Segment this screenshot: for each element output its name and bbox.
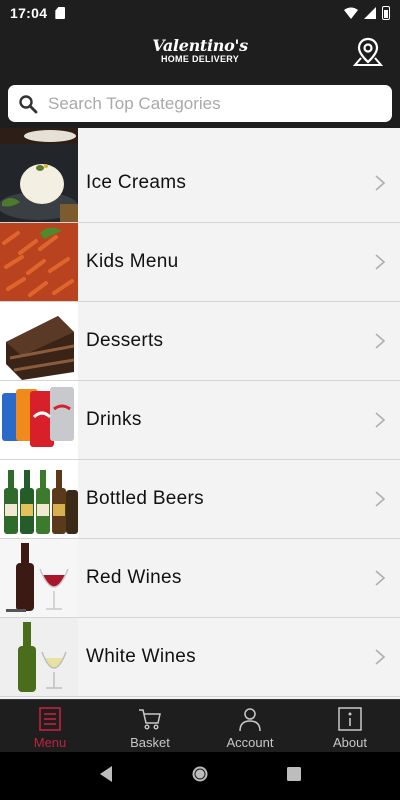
menu-list-icon — [39, 707, 61, 731]
home-icon[interactable] — [190, 764, 210, 789]
brand-logo: Valentino's HOME DELIVERY — [150, 38, 250, 65]
tab-menu[interactable]: Menu — [0, 700, 100, 752]
cake-photo-icon — [0, 302, 78, 380]
tab-account[interactable]: Account — [200, 700, 300, 752]
pasta-photo-icon — [0, 223, 78, 301]
list-item-label: Kids Menu — [86, 251, 179, 272]
app-header: Valentino's HOME DELIVERY — [0, 26, 400, 80]
list-item-ice-creams[interactable]: Ice Creams — [0, 144, 400, 223]
list-item-label: Desserts — [86, 330, 164, 351]
chevron-right-icon — [375, 333, 386, 349]
list-item-desserts[interactable]: Desserts — [0, 302, 400, 381]
search-bar-container — [0, 80, 400, 128]
partial-item-photo — [0, 128, 78, 144]
list-item-white-wines[interactable]: White Wines — [0, 618, 400, 697]
search-icon — [19, 94, 38, 113]
info-icon — [338, 707, 362, 731]
wifi-icon — [344, 7, 358, 19]
signal-icon — [364, 7, 376, 19]
list-item-label: Red Wines — [86, 567, 182, 588]
back-icon[interactable] — [98, 765, 114, 788]
white-wine-photo-icon — [0, 618, 78, 696]
status-icons — [344, 6, 390, 20]
logo-script-text: Valentino's — [152, 36, 248, 55]
category-list[interactable]: Ice Creams Kids Menu Desserts Drinks Bot… — [0, 128, 400, 699]
list-item-partial[interactable] — [0, 128, 400, 145]
tab-menu-label: Menu — [33, 735, 67, 750]
status-bar: 17:04 — [0, 0, 400, 26]
tab-about-label: About — [333, 735, 367, 750]
list-item-red-wines[interactable]: Red Wines — [0, 539, 400, 618]
tab-basket-label: Basket — [130, 735, 170, 750]
list-item-label: Ice Creams — [86, 172, 187, 193]
list-item-drinks[interactable]: Drinks — [0, 381, 400, 460]
sd-card-icon — [55, 7, 66, 19]
list-item-label: Drinks — [86, 409, 142, 430]
chevron-right-icon — [375, 175, 386, 191]
chevron-right-icon — [375, 649, 386, 665]
user-icon — [239, 708, 261, 732]
tab-about[interactable]: About — [300, 700, 400, 752]
tab-account-label: Account — [226, 735, 274, 750]
basket-icon — [139, 709, 161, 730]
list-item-label: White Wines — [86, 646, 196, 667]
battery-icon — [382, 6, 390, 20]
search-box[interactable] — [8, 85, 392, 122]
recent-apps-icon[interactable] — [286, 766, 302, 787]
chevron-right-icon — [375, 412, 386, 428]
map-pin-icon[interactable] — [352, 36, 384, 68]
logo-sub-text: HOME DELIVERY — [160, 54, 240, 64]
list-item-kids-menu[interactable]: Kids Menu — [0, 223, 400, 302]
list-item-label: Bottled Beers — [86, 488, 204, 509]
chevron-right-icon — [375, 491, 386, 507]
search-input[interactable] — [48, 93, 368, 114]
system-navigation-bar — [0, 752, 400, 800]
chevron-right-icon — [375, 570, 386, 586]
app-root: 17:04 Valentino's HOME DELIVERY Search T… — [0, 0, 400, 800]
chevron-right-icon — [375, 254, 386, 270]
list-item-bottled-beers[interactable]: Bottled Beers — [0, 460, 400, 539]
red-wine-photo-icon — [0, 539, 78, 617]
ice-cream-photo-icon — [0, 144, 78, 222]
status-time: 17:04 — [10, 5, 48, 21]
beer-bottles-photo-icon — [0, 460, 78, 538]
bottom-tab-bar: Menu Basket Account About — [0, 699, 400, 752]
soda-cans-photo-icon — [0, 381, 78, 459]
tab-basket[interactable]: Basket — [100, 700, 200, 752]
